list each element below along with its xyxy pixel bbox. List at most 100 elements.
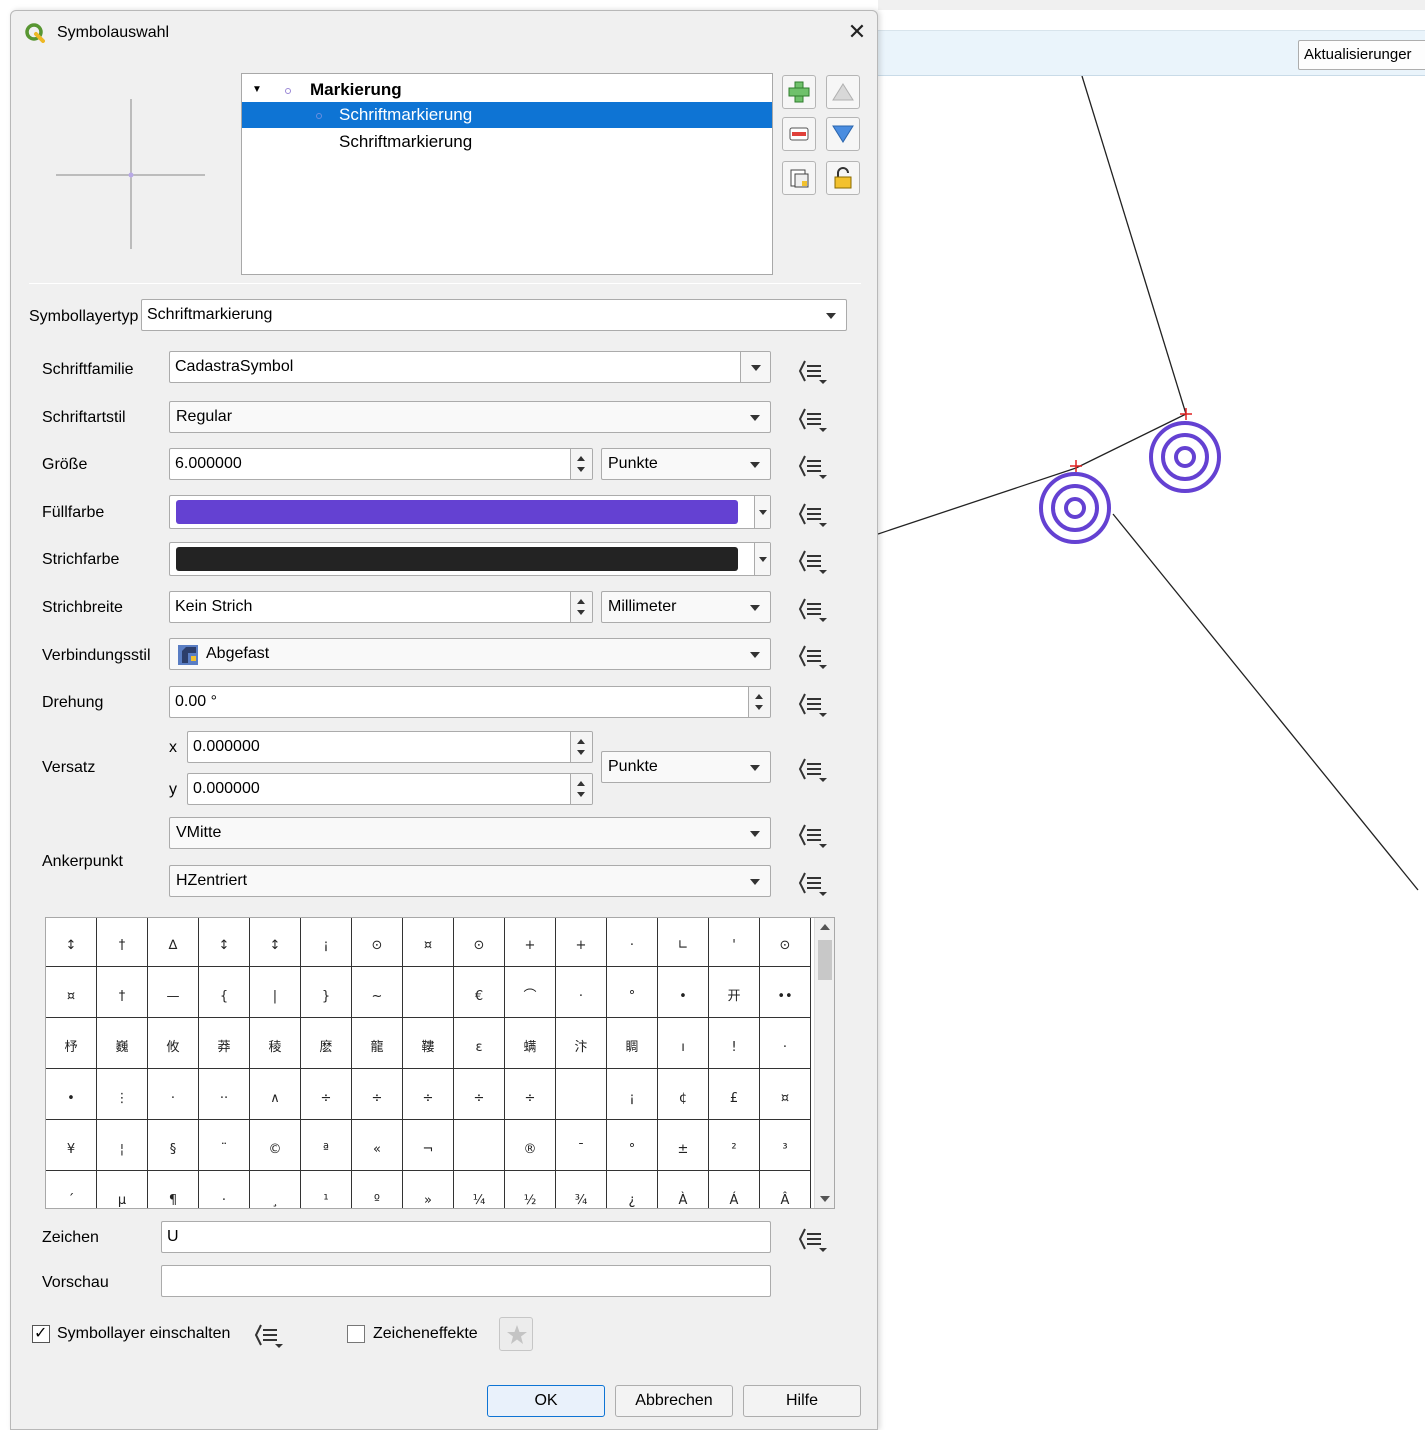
data-defined-override-button[interactable] (791, 753, 831, 783)
glyph-cell[interactable]: Á (709, 1171, 760, 1208)
glyph-cell[interactable]: 鞻 (403, 1018, 454, 1069)
offset-y-spinbox[interactable]: 0.000000 (187, 773, 593, 805)
glyph-cell[interactable]: · (607, 918, 658, 967)
glyph-cell[interactable]: ° (607, 967, 658, 1018)
symbol-layer-type-combo[interactable]: Schriftmarkierung (141, 299, 847, 331)
glyph-cell[interactable]: ¹ (301, 1171, 352, 1208)
glyph-cell[interactable]: ´ (46, 1171, 97, 1208)
glyph-cell[interactable]: ∧ (250, 1069, 301, 1120)
glyph-cell[interactable]: 攸 (148, 1018, 199, 1069)
fill-color-dropdown[interactable] (754, 496, 770, 528)
glyph-cell[interactable]: ° (607, 1120, 658, 1171)
glyph-cell[interactable]: £ (709, 1069, 760, 1120)
character-grid[interactable]: ↕ † ∆ ↕ ↕ ¡ ⊙ ¤ ⊙ + + · ∟ ' ⊙ ¤ † —{|} ~ € ⌒ · ° • 开 •• 杼巍攸莽稜麽龍鞻 ɛ 螨… (45, 917, 835, 1209)
size-spinner[interactable] (570, 449, 592, 479)
glyph-cell[interactable]: ⊙ (352, 918, 403, 967)
fill-color-button[interactable] (169, 495, 771, 529)
glyph-cell[interactable]: ¥ (46, 1120, 97, 1171)
character-input[interactable]: U (161, 1221, 771, 1253)
data-defined-override-button[interactable] (791, 1223, 831, 1253)
data-defined-override-button[interactable] (791, 819, 831, 849)
glyph-cell[interactable]: 稜 (250, 1018, 301, 1069)
glyph-cell[interactable]: ¿ (607, 1171, 658, 1208)
glyph-cell[interactable]: { (199, 967, 250, 1018)
offset-x-spinbox[interactable]: 0.000000 (187, 731, 593, 763)
glyph-cell[interactable]: | (250, 967, 301, 1018)
glyph-cell[interactable]: † (97, 967, 148, 1018)
data-defined-override-button[interactable] (247, 1319, 287, 1349)
glyph-cell[interactable]: ¬ (403, 1120, 454, 1171)
glyph-cell[interactable]: ÷ (403, 1069, 454, 1120)
vertical-anchor-combo[interactable]: VMitte (169, 817, 771, 849)
glyph-cell[interactable]: ¤ (46, 967, 97, 1018)
glyph-cell[interactable]: Â (760, 1171, 811, 1208)
tree-layer-item[interactable]: Schriftmarkierung (242, 102, 772, 128)
update-button[interactable]: Aktualisierunger (1298, 40, 1425, 70)
glyph-cell[interactable]: ÷ (301, 1069, 352, 1120)
glyph-cell[interactable]: µ (97, 1171, 148, 1208)
glyph-cell[interactable]: ® (505, 1120, 556, 1171)
cancel-button[interactable]: Abbrechen (615, 1385, 733, 1417)
glyph-cell[interactable]: ' (709, 918, 760, 967)
data-defined-override-button[interactable] (791, 403, 831, 433)
data-defined-override-button[interactable] (791, 640, 831, 670)
glyph-cell[interactable]: ÷ (454, 1069, 505, 1120)
scroll-down-icon[interactable] (820, 1196, 830, 1202)
glyph-cell[interactable]: ¤ (403, 918, 454, 967)
font-style-combo[interactable]: Regular (169, 401, 771, 433)
glyph-cell[interactable]: ½ (505, 1171, 556, 1208)
glyph-cell[interactable]: 开 (709, 967, 760, 1018)
glyph-cell[interactable]: ¡ (607, 1069, 658, 1120)
glyph-cell[interactable]: ¶ (148, 1171, 199, 1208)
glyph-cell[interactable] (454, 1120, 505, 1171)
offset-x-spinner[interactable] (570, 732, 592, 762)
close-button[interactable]: ✕ (843, 19, 871, 47)
glyph-cell[interactable]: 杼 (46, 1018, 97, 1069)
glyph-cell[interactable]: ¢ (658, 1069, 709, 1120)
glyph-cell[interactable]: } (301, 967, 352, 1018)
data-defined-override-button[interactable] (791, 688, 831, 718)
glyph-cell[interactable]: ↕ (199, 918, 250, 967)
glyph-cell[interactable]: ÷ (352, 1069, 403, 1120)
glyph-cell[interactable]: ¤ (760, 1069, 811, 1120)
glyph-cell[interactable]: € (454, 967, 505, 1018)
scroll-thumb[interactable] (818, 940, 832, 980)
glyph-cell[interactable]: ↕ (250, 918, 301, 967)
glyph-cell[interactable]: ¯ (556, 1120, 607, 1171)
data-defined-override-button[interactable] (791, 355, 831, 385)
offset-y-spinner[interactable] (570, 774, 592, 804)
glyph-cell[interactable]: + (505, 918, 556, 967)
draw-effects-checkbox[interactable] (347, 1325, 365, 1343)
glyph-cell[interactable]: ⊙ (760, 918, 811, 967)
stroke-width-spinner[interactable] (570, 592, 592, 622)
glyph-cell[interactable]: ⋮ (97, 1069, 148, 1120)
glyph-cell[interactable]: ⊙ (454, 918, 505, 967)
glyph-cell[interactable]: ∆ (148, 918, 199, 967)
glyph-cell[interactable]: ¦ (97, 1120, 148, 1171)
tree-layer-item[interactable]: Schriftmarkierung (242, 129, 772, 155)
glyph-cell[interactable] (403, 967, 454, 1018)
horizontal-anchor-combo[interactable]: HZentriert (169, 865, 771, 897)
move-down-button[interactable] (826, 117, 860, 151)
glyph-cell[interactable]: ∟ (658, 918, 709, 967)
glyph-cell[interactable]: •• (760, 967, 811, 1018)
help-button[interactable]: Hilfe (743, 1385, 861, 1417)
glyph-cell[interactable]: — (148, 967, 199, 1018)
glyph-cell[interactable]: À (658, 1171, 709, 1208)
rotation-spinbox[interactable]: 0.00 ° (169, 686, 771, 718)
rotation-spinner[interactable] (748, 687, 770, 717)
glyph-cell[interactable]: 汴 (556, 1018, 607, 1069)
scroll-up-icon[interactable] (820, 924, 830, 930)
glyph-cell[interactable]: º (352, 1171, 403, 1208)
glyph-cell[interactable]: ɛ (454, 1018, 505, 1069)
glyph-cell[interactable]: ± (658, 1120, 709, 1171)
enable-layer-checkbox[interactable]: ✓ (32, 1325, 50, 1343)
glyph-cell[interactable]: 睭 (607, 1018, 658, 1069)
add-layer-button[interactable] (782, 75, 816, 109)
stroke-color-button[interactable] (169, 542, 771, 576)
glyph-cell[interactable]: ª (301, 1120, 352, 1171)
offset-unit-combo[interactable]: Punkte (601, 751, 771, 783)
effects-button[interactable] (499, 1317, 533, 1351)
glyph-cell[interactable]: ↕ (46, 918, 97, 967)
glyph-cell[interactable]: ¸ (250, 1171, 301, 1208)
